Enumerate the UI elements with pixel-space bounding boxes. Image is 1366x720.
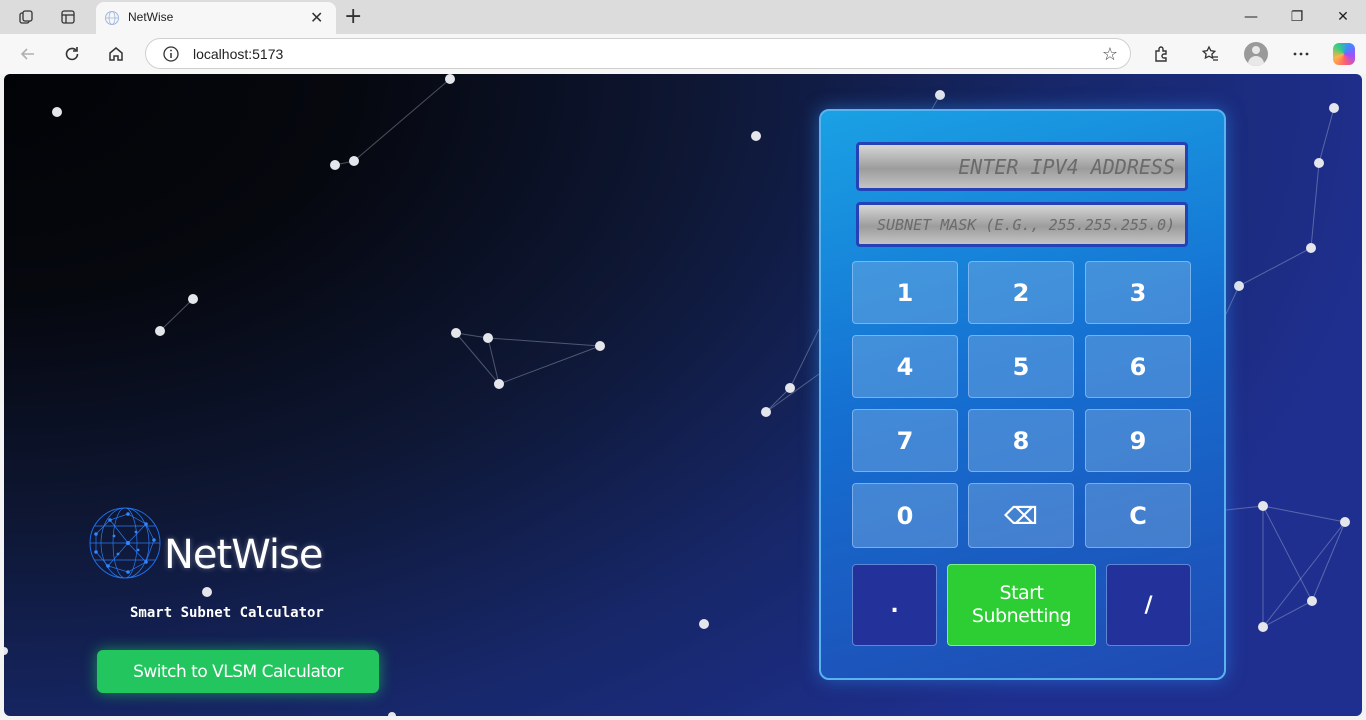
restore-button[interactable]: ❐ xyxy=(1274,4,1320,30)
key-9[interactable]: 9 xyxy=(1085,409,1191,472)
site-info-icon[interactable] xyxy=(162,45,180,63)
page-viewport: NetWise Smart Subnet Calculator Switch t… xyxy=(4,74,1362,716)
url-text: localhost:5173 xyxy=(193,46,284,62)
switch-to-vlsm-button[interactable]: Switch to VLSM Calculator xyxy=(97,650,379,693)
favorite-star-icon[interactable]: ☆ xyxy=(1102,44,1118,65)
clear-key[interactable]: C xyxy=(1085,483,1191,548)
key-2[interactable]: 2 xyxy=(968,261,1074,324)
key-8[interactable]: 8 xyxy=(968,409,1074,472)
favorites-icon[interactable] xyxy=(1197,42,1223,66)
more-options-icon[interactable] xyxy=(1288,42,1314,66)
close-window-button[interactable]: ✕ xyxy=(1320,4,1366,30)
address-bar[interactable]: localhost:5173 ☆ xyxy=(145,38,1131,69)
browser-tab-bar: NetWise ✕ + — ❐ ✕ xyxy=(0,0,1366,34)
refresh-icon[interactable] xyxy=(59,42,85,66)
key-3[interactable]: 3 xyxy=(1085,261,1191,324)
slash-key[interactable]: / xyxy=(1106,564,1191,646)
tab-close-icon[interactable]: ✕ xyxy=(310,8,323,27)
extensions-icon[interactable] xyxy=(1148,42,1174,66)
tab-title: NetWise xyxy=(128,10,174,24)
profile-avatar[interactable] xyxy=(1244,42,1268,66)
subnet-mask-input[interactable] xyxy=(859,205,1185,244)
start-label-line1: Start xyxy=(999,582,1044,604)
brand-tagline: Smart Subnet Calculator xyxy=(130,605,324,621)
subnet-calculator-panel: 1 2 3 4 5 6 7 8 9 0 ⌫ C . Start Subnetti… xyxy=(819,109,1226,680)
key-7[interactable]: 7 xyxy=(852,409,958,472)
favicon-globe-icon xyxy=(105,11,119,25)
browser-toolbar: localhost:5173 ☆ xyxy=(0,34,1366,74)
subnet-mask-field-wrapper xyxy=(856,202,1188,247)
workspaces-icon[interactable] xyxy=(14,6,38,28)
home-icon[interactable] xyxy=(103,42,129,66)
key-1[interactable]: 1 xyxy=(852,261,958,324)
key-6[interactable]: 6 xyxy=(1085,335,1191,398)
key-5[interactable]: 5 xyxy=(968,335,1074,398)
new-tab-button[interactable]: + xyxy=(344,4,362,29)
backspace-key[interactable]: ⌫ xyxy=(968,483,1074,548)
copilot-icon[interactable] xyxy=(1333,43,1355,65)
tab-actions-icon[interactable] xyxy=(56,6,80,28)
dot-key[interactable]: . xyxy=(852,564,937,646)
start-label-line2: Subnetting xyxy=(971,605,1072,627)
minimize-button[interactable]: — xyxy=(1228,4,1274,30)
ip-address-field-wrapper xyxy=(856,142,1188,191)
start-subnetting-button[interactable]: Start Subnetting xyxy=(947,564,1096,646)
back-arrow-icon[interactable] xyxy=(15,42,41,66)
netwise-globe-logo xyxy=(89,507,161,579)
browser-tab[interactable]: NetWise ✕ xyxy=(96,2,336,34)
brand-name: NetWise xyxy=(164,532,323,578)
ip-address-input[interactable] xyxy=(859,145,1185,188)
key-4[interactable]: 4 xyxy=(852,335,958,398)
key-0[interactable]: 0 xyxy=(852,483,958,548)
